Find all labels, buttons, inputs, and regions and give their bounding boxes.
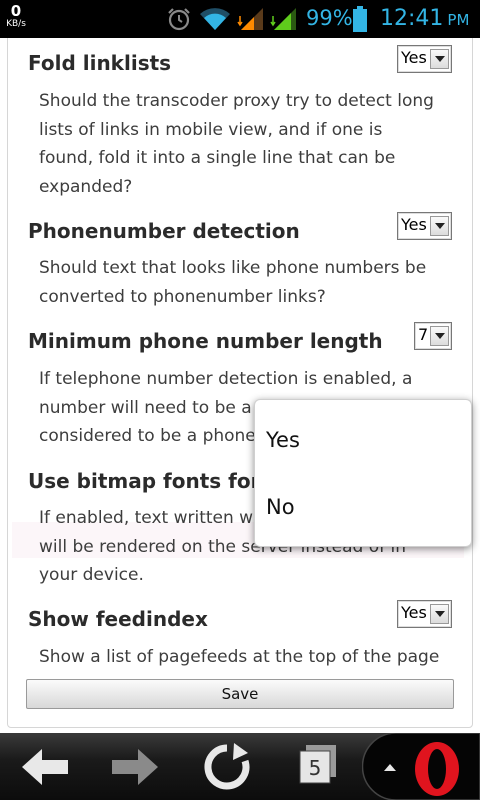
select-value: Yes [401, 603, 427, 622]
browser-nav-bar: 5 [0, 733, 480, 800]
alarm-icon [168, 8, 190, 31]
setting-title-phonenumber-detection: Phonenumber detection [28, 219, 300, 243]
description-line: Should text that looks like phone number… [39, 258, 427, 278]
popup-option-yes[interactable]: Yes [266, 428, 300, 452]
setting-title-fold-linklists: Fold linklists [28, 51, 172, 75]
description-line: expanded? [39, 176, 133, 197]
setting-description: Show a list of pagefeeds at the top of t… [39, 643, 449, 672]
fold-linklists-select[interactable]: Yes [397, 45, 452, 73]
setting-title-show-feedindex: Show feedindex [28, 607, 208, 631]
setting-description: Should the transcoder proxy try to detec… [39, 87, 449, 201]
reload-icon[interactable] [200, 733, 254, 800]
description-line: converted to phonenumber links? [39, 286, 326, 307]
battery-icon [353, 6, 367, 32]
phonenumber-detection-select[interactable]: Yes [397, 212, 452, 240]
popup-option-no[interactable]: No [266, 495, 295, 519]
description-line: Should the transcoder proxy try to detec… [39, 91, 434, 111]
wifi-icon [200, 8, 230, 31]
setting-title-minimum-phone-number-length: Minimum phone number length [28, 329, 383, 353]
chevron-down-icon [430, 604, 449, 624]
opera-menu-button[interactable] [362, 733, 480, 800]
description-line: found, fold it into a single line that c… [39, 148, 396, 168]
tab-count: 5 [308, 756, 322, 780]
signal-icon [237, 8, 263, 30]
description-line: If telephone number detection is enabled… [39, 369, 413, 389]
description-line: lists of links in mobile view, and if on… [39, 119, 383, 140]
show-feedindex-select[interactable]: Yes [397, 600, 452, 628]
network-speed-value: 0 [10, 2, 22, 20]
battery-percent: 99% [306, 6, 353, 30]
select-value: 7 [418, 325, 429, 344]
settings-page: Fold linklists Yes Should the transcoder… [0, 38, 480, 733]
minimum-phone-length-select[interactable]: 7 [414, 322, 452, 350]
signal-icon [270, 8, 296, 30]
clock: 12:41 PM [380, 6, 469, 31]
back-arrow-icon[interactable] [18, 733, 72, 800]
chevron-down-icon [430, 49, 449, 69]
select-value: Yes [401, 48, 427, 67]
select-value: Yes [401, 215, 427, 234]
save-button[interactable]: Save [26, 679, 454, 709]
network-speed-unit: KB/s [6, 19, 26, 29]
clock-time: 12:41 [380, 6, 444, 31]
clock-ampm: PM [447, 11, 470, 29]
description-line: your device. [39, 565, 144, 585]
forward-arrow-icon[interactable] [108, 733, 162, 800]
chevron-down-icon [430, 326, 449, 346]
chevron-down-icon [430, 216, 449, 236]
network-speed: 0 KB/s [4, 4, 28, 29]
select-options-popup: Yes No [254, 399, 472, 547]
tabs-button[interactable]: 5 [290, 733, 342, 800]
status-bar: 0 KB/s 99% 12:41 PM [0, 0, 480, 38]
opera-menu-icon [362, 733, 480, 800]
description-line: Show a list of pagefeeds at the top of t… [39, 647, 440, 667]
setting-description: Should text that looks like phone number… [39, 254, 449, 311]
